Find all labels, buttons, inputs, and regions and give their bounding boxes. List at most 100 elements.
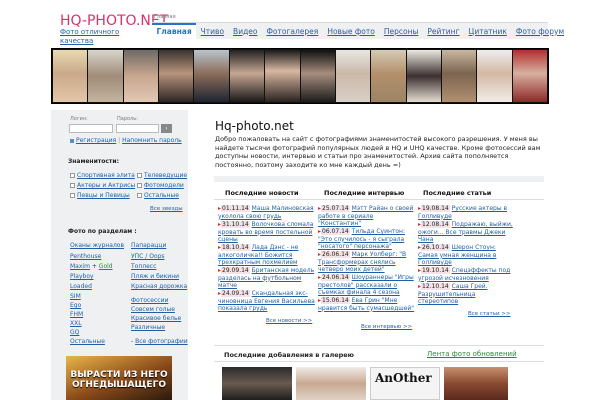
checkbox-icon[interactable] bbox=[70, 182, 75, 188]
strip-photo[interactable] bbox=[477, 50, 512, 102]
all-news-link[interactable]: Все новости >> bbox=[266, 318, 312, 324]
section-loaded[interactable]: Loaded bbox=[70, 283, 92, 290]
nav-new-photos[interactable]: Новые фото bbox=[323, 27, 380, 36]
article-item[interactable]: ▸12.08.14 Подражаю, выйжи, ожоги... Все … bbox=[418, 221, 516, 244]
strip-photo[interactable] bbox=[159, 50, 194, 102]
section-xxl[interactable]: XXL bbox=[70, 320, 82, 327]
nav-home[interactable]: Главная bbox=[152, 22, 197, 40]
forgot-password-link[interactable]: Напомнить пароль bbox=[122, 137, 182, 144]
password-input[interactable] bbox=[116, 124, 159, 133]
gallery-photo[interactable]: AnOther bbox=[370, 367, 440, 400]
celeb-filter-other[interactable]: Остальные bbox=[137, 191, 179, 199]
section-oops[interactable]: УПС / Oops bbox=[131, 253, 165, 260]
nav-persons[interactable]: Персоны bbox=[379, 27, 423, 36]
news-item[interactable]: ▸31.10.14 Волочкова сломала кровать во в… bbox=[218, 221, 316, 244]
article-item[interactable]: ▸19.08.14 Русские актеры в Голливуде bbox=[418, 205, 516, 220]
section-beach[interactable]: Пляж и бикини bbox=[131, 273, 179, 280]
article-item[interactable]: ▸12.10.14 Саша Грей. Разрушительница сте… bbox=[418, 283, 516, 306]
celeb-filter-models[interactable]: Фотомодели bbox=[137, 181, 184, 189]
all-articles-link[interactable]: Все статьи >> bbox=[468, 311, 511, 317]
section-maxim-row: Maxim + Gold bbox=[70, 263, 113, 270]
strip-photo[interactable] bbox=[265, 50, 300, 102]
interview-item[interactable]: ▸25.07.14 Мэтт Райан о своей работе в се… bbox=[318, 205, 416, 228]
strip-photo[interactable] bbox=[194, 50, 229, 102]
section-topless[interactable]: Топлесс bbox=[131, 263, 156, 270]
celeb-filter-singers[interactable]: Певцы и Певицы bbox=[70, 191, 130, 199]
gold-badge[interactable]: Gold bbox=[99, 263, 113, 270]
news-item[interactable]: ▸29.09.14 Британская модель разделась на… bbox=[218, 267, 316, 290]
breadcrumb: Главная bbox=[154, 14, 176, 20]
all-interviews-link[interactable]: Все интервью >> bbox=[361, 324, 412, 330]
checkbox-icon[interactable] bbox=[137, 192, 142, 198]
section-magazine-covers[interactable]: Оканы журналов bbox=[70, 242, 124, 249]
nav-rating[interactable]: Рейтинг bbox=[423, 27, 464, 36]
section-maxim[interactable]: Maxim bbox=[70, 263, 90, 270]
section-ego[interactable]: Ego bbox=[70, 302, 81, 309]
strip-photo[interactable] bbox=[406, 50, 441, 102]
register-icon bbox=[70, 138, 74, 143]
strip-photo[interactable] bbox=[335, 50, 371, 102]
celeb-filter-actors[interactable]: Актеры и Актрисы bbox=[70, 181, 135, 189]
site-tagline[interactable]: Фото отличного качества bbox=[60, 28, 135, 46]
section-fhm[interactable]: FHM bbox=[70, 311, 83, 318]
nav-reading[interactable]: Чтиво bbox=[196, 27, 228, 36]
celebrity-photo-strip bbox=[51, 48, 549, 104]
strip-photo[interactable] bbox=[53, 50, 88, 102]
all-photos-row: - Все фотографии bbox=[131, 338, 188, 345]
news-item[interactable]: ▸18.10.14 Лада Дэнс - не алкоголичка!! Б… bbox=[218, 244, 316, 267]
gallery-photo[interactable] bbox=[444, 367, 508, 400]
checkbox-icon[interactable] bbox=[70, 192, 75, 198]
gallery-photo[interactable] bbox=[222, 367, 292, 400]
strip-photo[interactable] bbox=[441, 50, 477, 102]
section-sim[interactable]: SIM bbox=[70, 293, 81, 300]
checkbox-icon[interactable] bbox=[137, 182, 142, 188]
strip-photo[interactable] bbox=[88, 50, 123, 102]
interview-item[interactable]: ▸15.06.14 Ева Грин "Мне нравится быть су… bbox=[318, 297, 416, 312]
article-item[interactable]: ▸26.10.14 Шерон Стоун: Самая умная женщи… bbox=[418, 244, 516, 267]
celeb-filter-tv[interactable]: Телеведущие bbox=[137, 171, 187, 179]
news-item[interactable]: ▸01.11.14 Маша Малиновская уколола свою … bbox=[218, 205, 316, 220]
section-penthouse[interactable]: Penthouse bbox=[70, 253, 101, 260]
sections-title: Фото по разделам : bbox=[68, 228, 137, 235]
section-gq[interactable]: GQ bbox=[70, 329, 79, 336]
checkbox-icon[interactable] bbox=[137, 172, 142, 178]
celeb-filter-sport[interactable]: Спортивная элита bbox=[70, 171, 135, 179]
interview-item[interactable]: ▸06.07.14 Тильда Суинтон: "Это случилось… bbox=[318, 228, 416, 251]
section-nude[interactable]: Совсем голые bbox=[131, 306, 175, 313]
banner-text: ВЫРАСТИ ИЗ НЕГО ОГНЕДЫШАЩЕГО bbox=[70, 370, 168, 390]
login-input[interactable] bbox=[69, 124, 113, 133]
interview-item[interactable]: ▸24.06.14 Шоураннеры "Игры престолов" ра… bbox=[318, 274, 416, 297]
register-link[interactable]: Регистрация bbox=[76, 137, 116, 144]
login-label: Логин: bbox=[70, 116, 88, 122]
strip-photo[interactable] bbox=[300, 50, 335, 102]
strip-photo[interactable] bbox=[123, 50, 159, 102]
gallery-photo[interactable] bbox=[296, 367, 366, 400]
section-various[interactable]: Различные bbox=[131, 324, 165, 331]
section-other[interactable]: Остальные bbox=[70, 338, 105, 345]
section-paparazzi[interactable]: Папарацци bbox=[131, 242, 166, 249]
login-submit-button[interactable]: › bbox=[161, 124, 172, 133]
gallery-feed-link[interactable]: Лента фото обновлений bbox=[427, 350, 517, 358]
column-rule bbox=[214, 199, 544, 200]
strip-photo[interactable] bbox=[512, 50, 548, 102]
nav-gallery[interactable]: Фотогалерея bbox=[262, 27, 323, 36]
strip-photo[interactable] bbox=[229, 50, 265, 102]
strip-photo[interactable] bbox=[371, 50, 406, 102]
section-photosessions[interactable]: Фотосессии bbox=[131, 297, 168, 304]
nav-quotes[interactable]: Цитатник bbox=[464, 27, 511, 36]
section-lingerie[interactable]: Красивое белье bbox=[131, 315, 181, 322]
section-playboy[interactable]: Playboy bbox=[70, 273, 94, 280]
columns-divider bbox=[214, 176, 544, 182]
section-red-carpet[interactable]: Красная дорожка bbox=[131, 283, 187, 290]
all-stars-link[interactable]: Все звезды bbox=[150, 206, 183, 212]
gallery-rule bbox=[214, 345, 544, 346]
checkbox-icon[interactable] bbox=[70, 172, 75, 178]
article-item[interactable]: ▸19.10.14 Спецэффекты под угрозой исчезн… bbox=[418, 267, 516, 282]
all-photos-link[interactable]: Все фотографии bbox=[135, 338, 188, 345]
news-item[interactable]: ▸24.09.14 Скандальная экс-чиновница Евге… bbox=[218, 290, 316, 313]
nav-video[interactable]: Видео bbox=[229, 27, 262, 36]
welcome-title: Hq-photo.net bbox=[215, 119, 294, 133]
game-banner[interactable]: ВЫРАСТИ ИЗ НЕГО ОГНЕДЫШАЩЕГО bbox=[66, 356, 172, 400]
nav-forum[interactable]: Фото форум bbox=[511, 27, 568, 36]
interview-item[interactable]: ▸26.06.14 Марк Уолберг: "В Трансформерах… bbox=[318, 251, 416, 274]
